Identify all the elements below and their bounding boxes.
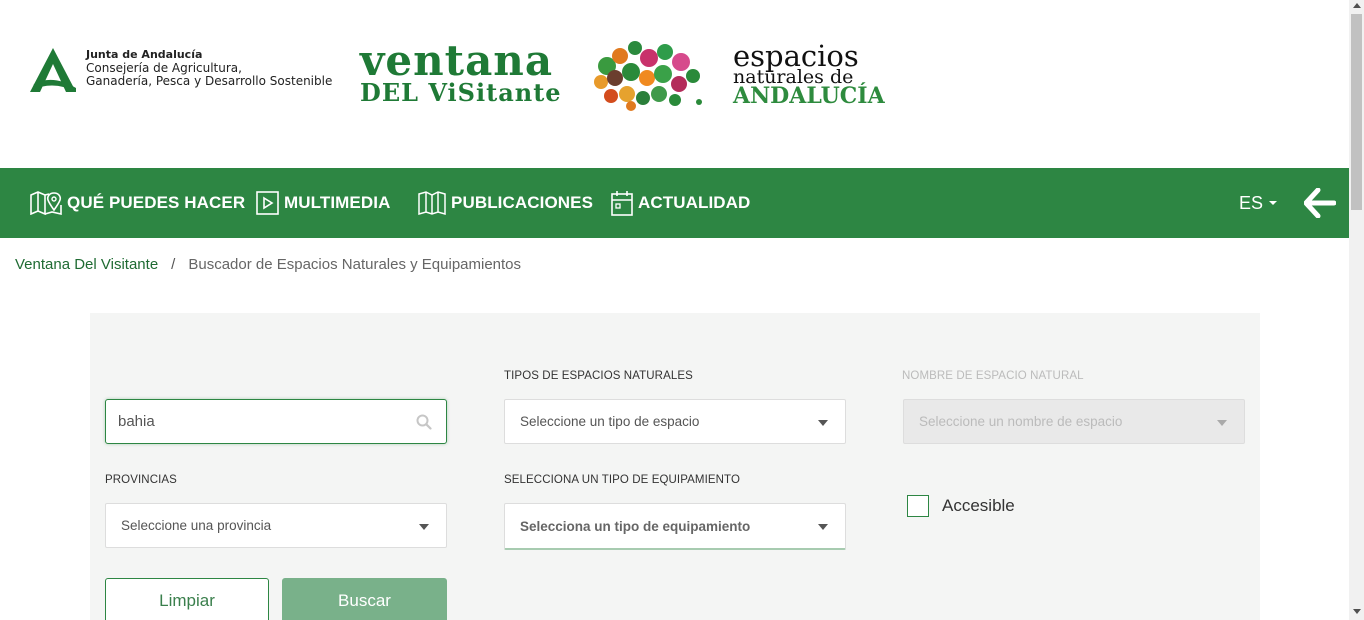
scroll-down-arrow-icon[interactable] [1353, 609, 1361, 614]
site-header: Junta de Andalucía Consejería de Agricul… [0, 0, 1349, 168]
nombre-espacio-select: Seleccione un nombre de espacio [903, 399, 1245, 444]
language-selector[interactable]: ES [1239, 168, 1278, 238]
calendar-icon [611, 191, 633, 216]
search-field[interactable] [105, 399, 447, 444]
breadcrumb: Ventana Del Visitante / Buscador de Espa… [15, 256, 521, 273]
tipos-espacios-placeholder: Seleccione un tipo de espacio [520, 414, 700, 429]
tipos-espacios-label: TIPOS DE ESPACIOS NATURALES [504, 370, 693, 382]
consejeria-line1: Consejería de Agricultura, [86, 60, 242, 75]
nav-item-actualidad[interactable]: ACTUALIDAD [611, 168, 750, 238]
language-label: ES [1239, 192, 1264, 213]
map-pin-icon [30, 191, 62, 215]
nature-silhouettes-icon [594, 41, 702, 111]
nombre-espacio-placeholder: Seleccione un nombre de espacio [919, 414, 1123, 429]
search-input[interactable] [106, 400, 396, 443]
provincias-label: PROVINCIAS [105, 474, 177, 486]
breadcrumb-separator: / [171, 256, 176, 273]
nombre-espacio-label: NOMBRE DE ESPACIO NATURAL [902, 370, 1084, 382]
clear-button[interactable]: Limpiar [105, 578, 269, 620]
caret-down-icon [1269, 201, 1278, 205]
nav-item-que-puedes-hacer[interactable]: QUÉ PUEDES HACER [30, 168, 245, 238]
equipamiento-placeholder: Selecciona un tipo de equipamiento [520, 518, 751, 534]
search-icon[interactable] [416, 414, 432, 430]
provincias-select[interactable]: Seleccione una provincia [105, 503, 447, 548]
equipamiento-select[interactable]: Selecciona un tipo de equipamiento [504, 503, 846, 550]
espacios-logo-line3: ANDALUCÍA [733, 83, 885, 109]
provincias-placeholder: Seleccione una provincia [121, 518, 272, 533]
search-button[interactable]: Buscar [282, 578, 447, 620]
ventana-logo-line2: DEL ViSitante [360, 78, 562, 107]
junta-andalucia-logo[interactable]: Junta de Andalucía Consejería de Agricul… [30, 48, 332, 92]
accesible-checkbox-group[interactable]: Accesible [907, 495, 1015, 517]
junta-andalucia-text: Junta de Andalucía Consejería de Agricul… [86, 48, 332, 89]
nav-label: PUBLICACIONES [451, 193, 594, 212]
ventana-logo-line1: ventana [360, 36, 554, 85]
ventana-visitante-logo[interactable]: ventana DEL ViSitante [360, 36, 562, 107]
nav-label: MULTIMEDIA [284, 193, 391, 212]
accesible-checkbox[interactable] [907, 495, 929, 517]
nav-item-multimedia[interactable]: MULTIMEDIA [256, 168, 390, 238]
junta-name: Junta de Andalucía [86, 48, 203, 61]
breadcrumb-home-link[interactable]: Ventana Del Visitante [15, 256, 158, 273]
search-panel: TIPOS DE ESPACIOS NATURALES Seleccione u… [90, 313, 1260, 620]
espacios-logo-line1: espacios [733, 39, 859, 73]
junta-andalucia-mark-icon [30, 48, 76, 92]
dropdown-arrow-icon [419, 524, 429, 530]
espacios-naturales-logo[interactable]: espacios naturales de ANDALUCÍA [733, 39, 885, 109]
breadcrumb-current: Buscador de Espacios Naturales y Equipam… [188, 256, 522, 273]
book-icon [418, 191, 446, 215]
dropdown-arrow-icon [1217, 420, 1227, 426]
nav-label: QUÉ PUEDES HACER [67, 193, 246, 212]
accesible-label[interactable]: Accesible [942, 496, 1015, 516]
equipamiento-label: SELECCIONA UN TIPO DE EQUIPAMIENTO [504, 474, 741, 486]
nav-label: ACTUALIDAD [638, 193, 751, 212]
arrow-left-icon[interactable] [1304, 188, 1336, 218]
scroll-up-arrow-icon[interactable] [1353, 3, 1361, 8]
page-scrollbar[interactable] [1349, 0, 1364, 620]
scroll-thumb[interactable] [1351, 14, 1362, 210]
dropdown-arrow-icon [818, 524, 828, 530]
consejeria-line2: Ganadería, Pesca y Desarrollo Sostenible [86, 74, 333, 88]
main-nav: QUÉ PUEDES HACER MULTIMEDIA PUBLICACIONE… [0, 168, 1349, 238]
dropdown-arrow-icon [818, 420, 828, 426]
nav-item-publicaciones[interactable]: PUBLICACIONES [418, 168, 593, 238]
play-icon [256, 191, 279, 215]
tipos-espacios-select[interactable]: Seleccione un tipo de espacio [504, 399, 846, 444]
